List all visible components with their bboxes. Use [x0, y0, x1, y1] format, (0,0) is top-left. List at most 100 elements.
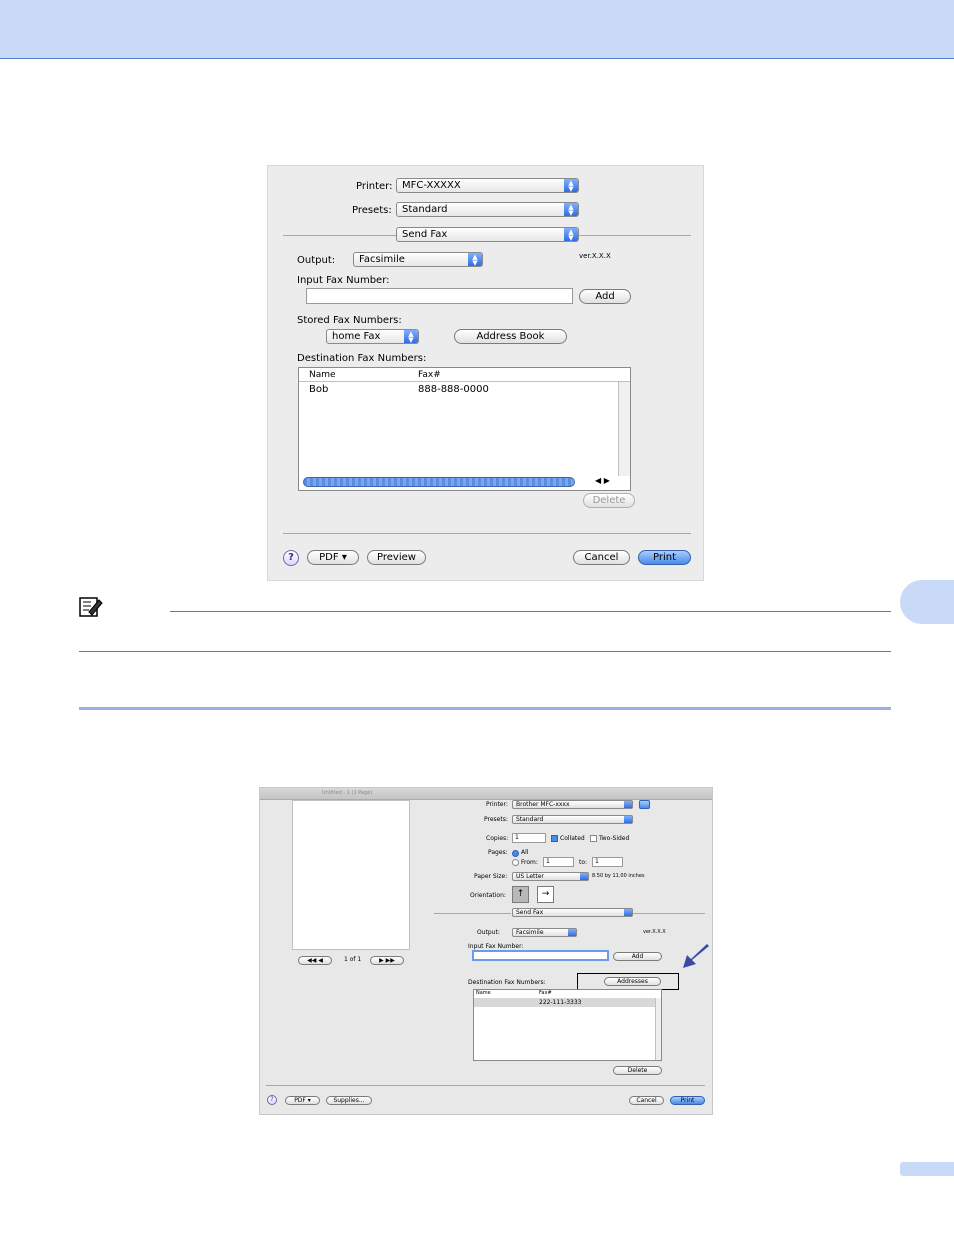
popup-arrows-icon — [580, 873, 588, 880]
note-rule-top — [170, 611, 891, 612]
popup-arrows-icon: ▲ ▼ — [468, 253, 482, 267]
popup-arrows-icon — [624, 801, 632, 808]
output-label: Output: — [297, 255, 336, 266]
preview-button[interactable]: Preview — [367, 550, 426, 565]
scroll-arrows-icon[interactable]: ◀ ▶ — [595, 476, 610, 485]
help-icon[interactable]: ? — [267, 1095, 277, 1105]
paper-size-label: Paper Size: — [474, 873, 508, 880]
paper-dimensions: 8.50 by 11.00 inches — [592, 873, 645, 879]
address-book-button[interactable]: Address Book — [454, 329, 567, 344]
output-label: Output: — [477, 929, 500, 936]
print-button[interactable]: Print — [638, 550, 691, 565]
column-header-name: Name — [476, 990, 491, 996]
delete-button[interactable]: Delete — [583, 493, 635, 508]
page-count: 1 of 1 — [344, 956, 362, 963]
cancel-button[interactable]: Cancel — [573, 550, 630, 565]
destination-list[interactable]: Name Fax# 222-111-3333 — [473, 989, 662, 1061]
printer-popup[interactable]: Brother MFC-xxxx — [512, 800, 633, 809]
cancel-button[interactable]: Cancel — [629, 1096, 664, 1105]
panel-popup[interactable]: Send Fax — [512, 908, 633, 917]
first-page-button[interactable]: ◀◀ ◀ — [298, 956, 332, 965]
panel-value: Send Fax — [402, 229, 448, 240]
presets-popup[interactable]: Standard ▲ ▼ — [396, 202, 579, 217]
from-radio[interactable] — [512, 859, 519, 866]
stored-fax-popup[interactable]: home Fax ▲ ▼ — [326, 329, 419, 344]
version-text: ver.X.X.X — [643, 929, 666, 935]
disclosure-button[interactable] — [639, 800, 650, 809]
printer-popup[interactable]: MFC-XXXXX ▲ ▼ — [396, 178, 579, 193]
print-button[interactable]: Print — [670, 1096, 705, 1105]
window-titlebar: Untitled - 1 (1 Page) — [260, 788, 712, 800]
note-rule-bottom — [79, 651, 891, 652]
horizontal-scrollbar[interactable] — [303, 477, 575, 487]
all-radio[interactable] — [512, 850, 519, 857]
column-header-fax: Fax# — [418, 370, 441, 380]
output-popup[interactable]: Facsimile ▲ ▼ — [353, 252, 483, 267]
fax-number-input[interactable] — [306, 288, 573, 304]
paper-size-popup[interactable]: US Letter — [512, 872, 589, 881]
popup-arrows-icon: ▲ ▼ — [404, 330, 418, 344]
popup-arrows-icon — [568, 929, 576, 936]
from-label: From: — [521, 859, 538, 866]
portrait-orientation-icon[interactable]: ↑ — [512, 886, 529, 903]
pdf-button[interactable]: PDF ▾ — [285, 1096, 320, 1105]
collated-label: Collated — [560, 835, 585, 842]
popup-arrows-icon: ▲ ▼ — [564, 179, 578, 193]
orientation-label: Orientation: — [470, 892, 506, 899]
paper-size-value: US Letter — [516, 873, 544, 880]
add-button[interactable]: Add — [579, 289, 631, 304]
table-row[interactable]: 222-111-3333 — [474, 998, 655, 1007]
header-band — [0, 0, 954, 59]
version-text: ver.X.X.X — [579, 252, 611, 260]
collated-checkbox[interactable] — [551, 835, 558, 842]
from-field[interactable]: 1 — [543, 857, 574, 867]
presets-value: Standard — [402, 204, 448, 215]
add-button[interactable]: Add — [613, 952, 662, 961]
presets-popup[interactable]: Standard — [512, 815, 633, 824]
pdf-button[interactable]: PDF ▾ — [307, 550, 359, 565]
copies-field[interactable]: 1 — [512, 833, 546, 843]
input-fax-label: Input Fax Number: — [297, 275, 390, 286]
presets-label: Presets: — [352, 205, 392, 216]
presets-label: Presets: — [484, 816, 508, 823]
popup-arrows-icon — [624, 909, 632, 916]
destination-label: Destination Fax Numbers: — [297, 353, 427, 364]
vertical-scrollbar[interactable] — [655, 998, 661, 1060]
delete-button[interactable]: Delete — [613, 1066, 662, 1075]
two-sided-checkbox[interactable] — [590, 835, 597, 842]
divider — [579, 235, 691, 236]
stored-fax-label: Stored Fax Numbers: — [297, 315, 402, 326]
printer-label: Printer: — [356, 181, 393, 192]
panel-popup[interactable]: Send Fax ▲ ▼ — [396, 227, 579, 242]
print-dialog-expanded: Untitled - 1 (1 Page) ◀◀ ◀ 1 of 1 ▶ ▶▶ P… — [259, 787, 713, 1115]
pages-label: Pages: — [488, 849, 508, 856]
divider — [283, 533, 691, 534]
help-icon[interactable]: ? — [283, 550, 299, 566]
landscape-orientation-icon[interactable]: → — [537, 886, 554, 903]
popup-arrows-icon: ▲ ▼ — [564, 228, 578, 242]
output-value: Facsimile — [359, 254, 405, 265]
output-value: Facsimile — [516, 929, 544, 936]
two-sided-label: Two-Sided — [599, 835, 630, 842]
popup-arrows-icon: ▲ ▼ — [564, 203, 578, 217]
next-page-button[interactable]: ▶ ▶▶ — [370, 956, 404, 965]
popup-arrows-icon — [624, 816, 632, 823]
column-header-fax: Fax# — [539, 990, 552, 996]
column-header-name: Name — [309, 370, 336, 380]
destination-list[interactable]: Name Fax# Bob 888-888-0000 ◀ ▶ — [298, 367, 631, 491]
input-fax-label: Input Fax Number: — [468, 943, 524, 950]
divider — [283, 235, 396, 236]
section-rule — [79, 707, 891, 710]
fax-number-input[interactable] — [472, 950, 609, 961]
output-popup[interactable]: Facsimile — [512, 928, 577, 937]
send-fax-dialog: Printer: MFC-XXXXX ▲ ▼ Presets: Standard … — [267, 165, 704, 581]
to-field[interactable]: 1 — [592, 857, 623, 867]
row-name: Bob — [309, 384, 329, 395]
page-number-tab — [900, 1162, 954, 1176]
all-label: All — [521, 849, 529, 856]
supplies-button[interactable]: Supplies... — [326, 1096, 372, 1105]
header-divider — [299, 381, 630, 382]
destination-label: Destination Fax Numbers: — [468, 979, 546, 986]
vertical-scrollbar[interactable] — [618, 382, 630, 476]
addresses-button[interactable]: Addresses — [604, 977, 661, 986]
